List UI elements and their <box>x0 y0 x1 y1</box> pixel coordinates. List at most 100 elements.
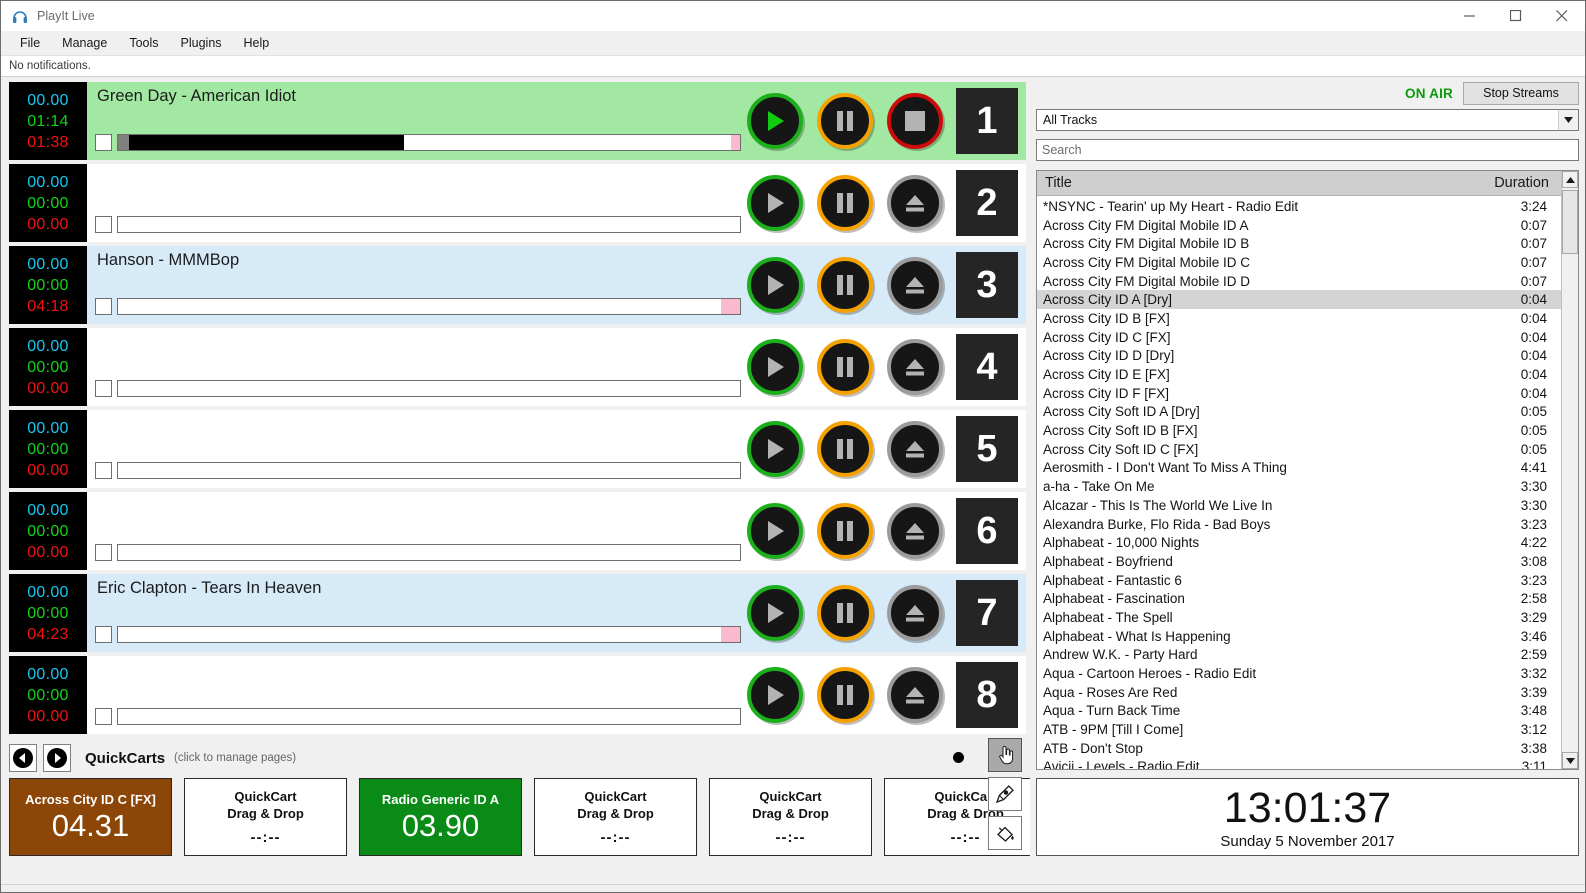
table-row[interactable]: Across City ID D [Dry] 0:04 <box>1037 347 1561 366</box>
deck-7-body[interactable]: Eric Clapton - Tears In Heaven <box>87 574 747 652</box>
quickcart-4[interactable]: QuickCart Drag & Drop --:-- <box>534 778 697 856</box>
deck-2-eject-button[interactable] <box>887 175 943 231</box>
table-row[interactable]: Alphabeat - What Is Happening 3:46 <box>1037 627 1561 646</box>
quickcart-1[interactable]: Across City ID C [FX] 04.31 <box>9 778 172 856</box>
deck-7-eject-button[interactable] <box>887 585 943 641</box>
scroll-down-icon[interactable] <box>1562 752 1578 769</box>
quickcarts-title[interactable]: QuickCarts <box>85 750 165 767</box>
deck-3-play-button[interactable] <box>747 257 803 313</box>
menu-item-manage[interactable]: Manage <box>51 33 118 53</box>
deck-1-pause-button[interactable] <box>817 93 873 149</box>
table-row[interactable]: Andrew W.K. - Party Hard 2:59 <box>1037 646 1561 665</box>
table-row[interactable]: Aerosmith - I Don't Want To Miss A Thing… <box>1037 459 1561 478</box>
deck-1[interactable]: 00.00 01:14 01:38 Green Day - American Idio… <box>9 82 1026 160</box>
paint-bucket-icon[interactable] <box>988 816 1022 850</box>
table-row[interactable]: a-ha - Take On Me 3:30 <box>1037 477 1561 496</box>
quickcart-5[interactable]: QuickCart Drag & Drop --:-- <box>709 778 872 856</box>
library-filter-dropdown[interactable]: All Tracks <box>1036 109 1579 131</box>
table-row[interactable]: Across City FM Digital Mobile ID A 0:07 <box>1037 216 1561 235</box>
deck-2-progress-bar[interactable] <box>117 216 741 233</box>
table-row[interactable]: Across City ID B [FX] 0:04 <box>1037 309 1561 328</box>
table-row[interactable]: Alphabeat - Boyfriend 3:08 <box>1037 552 1561 571</box>
deck-2-body[interactable] <box>87 164 747 242</box>
deck-7[interactable]: 00.00 00:00 04:23 Eric Clapton - Tears In H… <box>9 574 1026 652</box>
deck-1-progress-bar[interactable] <box>117 134 741 151</box>
deck-2-cue-marker[interactable] <box>95 216 112 233</box>
deck-8-body[interactable] <box>87 656 747 734</box>
arrow-right-circle-icon[interactable] <box>43 744 71 772</box>
deck-3[interactable]: 00.00 00:00 04:18 Hanson - MMMBop 3 <box>9 246 1026 324</box>
deck-8-eject-button[interactable] <box>887 667 943 723</box>
table-row[interactable]: Across City Soft ID B [FX] 0:05 <box>1037 421 1561 440</box>
deck-5-play-button[interactable] <box>747 421 803 477</box>
table-row[interactable]: Across City FM Digital Mobile ID D 0:07 <box>1037 272 1561 291</box>
deck-4-play-button[interactable] <box>747 339 803 395</box>
deck-6-progress-bar[interactable] <box>117 544 741 561</box>
deck-7-cue-marker[interactable] <box>95 626 112 643</box>
scrollbar-thumb[interactable] <box>1562 190 1578 254</box>
deck-1-body[interactable]: Green Day - American Idiot <box>87 82 747 160</box>
menu-item-plugins[interactable]: Plugins <box>170 33 233 53</box>
deck-6[interactable]: 00.00 00:00 00.00 6 <box>9 492 1026 570</box>
table-row[interactable]: Across City Soft ID C [FX] 0:05 <box>1037 440 1561 459</box>
quickcart-3[interactable]: Radio Generic ID A 03.90 <box>359 778 522 856</box>
table-row[interactable]: ATB - Don't Stop 3:38 <box>1037 739 1561 758</box>
table-row[interactable]: Aqua - Turn Back Time 3:48 <box>1037 702 1561 721</box>
deck-6-pause-button[interactable] <box>817 503 873 559</box>
table-row[interactable]: Alphabeat - Fantastic 6 3:23 <box>1037 571 1561 590</box>
column-header-duration[interactable]: Duration <box>1475 175 1561 191</box>
table-row[interactable]: Across City ID C [FX] 0:04 <box>1037 328 1561 347</box>
deck-4-body[interactable] <box>87 328 747 406</box>
table-row[interactable]: Across City FM Digital Mobile ID C 0:07 <box>1037 253 1561 272</box>
quickcart-6[interactable]: QuickCart Drag & Drop --:-- <box>884 778 1047 856</box>
chevron-down-icon[interactable] <box>1558 110 1578 130</box>
table-row[interactable]: Alphabeat - 10,000 Nights 4:22 <box>1037 533 1561 552</box>
deck-3-body[interactable]: Hanson - MMMBop <box>87 246 747 324</box>
deck-3-number[interactable]: 3 <box>956 252 1018 318</box>
deck-2-number[interactable]: 2 <box>956 170 1018 236</box>
deck-1-cue-marker[interactable] <box>95 134 112 151</box>
deck-4[interactable]: 00.00 00:00 00.00 4 <box>9 328 1026 406</box>
maximize-icon[interactable] <box>1493 1 1539 31</box>
minimize-icon[interactable] <box>1447 1 1493 31</box>
deck-7-number[interactable]: 7 <box>956 580 1018 646</box>
table-row[interactable]: Aqua - Roses Are Red 3:39 <box>1037 683 1561 702</box>
deck-8[interactable]: 00.00 00:00 00.00 8 <box>9 656 1026 734</box>
table-row[interactable]: Alexandra Burke, Flo Rida - Bad Boys 3:23 <box>1037 515 1561 534</box>
table-row[interactable]: Aqua - Cartoon Heroes - Radio Edit 3:32 <box>1037 664 1561 683</box>
deck-2-pause-button[interactable] <box>817 175 873 231</box>
menu-item-file[interactable]: File <box>9 33 51 53</box>
table-row[interactable]: Alphabeat - The Spell 3:29 <box>1037 608 1561 627</box>
table-row[interactable]: Avicii - Levels - Radio Edit 3:11 <box>1037 758 1561 769</box>
arrow-left-circle-icon[interactable] <box>9 744 37 772</box>
deck-1-number[interactable]: 1 <box>956 88 1018 154</box>
quickcart-2[interactable]: QuickCart Drag & Drop --:-- <box>184 778 347 856</box>
table-row[interactable]: Across City ID A [Dry] 0:04 <box>1037 290 1561 310</box>
column-header-title[interactable]: Title <box>1037 175 1475 191</box>
deck-3-pause-button[interactable] <box>817 257 873 313</box>
table-row[interactable]: Alcazar - This Is The World We Live In 3:… <box>1037 496 1561 515</box>
hand-pointer-icon[interactable] <box>988 738 1022 772</box>
deck-7-progress-bar[interactable] <box>117 626 741 643</box>
deck-6-cue-marker[interactable] <box>95 544 112 561</box>
table-row[interactable]: Across City Soft ID A [Dry] 0:05 <box>1037 403 1561 422</box>
deck-3-eject-button[interactable] <box>887 257 943 313</box>
deck-8-play-button[interactable] <box>747 667 803 723</box>
deck-2-play-button[interactable] <box>747 175 803 231</box>
table-row[interactable]: ATB - 9PM [Till I Come] 3:12 <box>1037 720 1561 739</box>
deck-5-progress-bar[interactable] <box>117 462 741 479</box>
deck-7-pause-button[interactable] <box>817 585 873 641</box>
stop-streams-button[interactable]: Stop Streams <box>1463 81 1579 105</box>
deck-5-cue-marker[interactable] <box>95 462 112 479</box>
deck-4-cue-marker[interactable] <box>95 380 112 397</box>
table-row[interactable]: Alphabeat - Fascination 2:58 <box>1037 589 1561 608</box>
table-row[interactable]: Across City FM Digital Mobile ID B 0:07 <box>1037 234 1561 253</box>
deck-4-eject-button[interactable] <box>887 339 943 395</box>
deck-4-number[interactable]: 4 <box>956 334 1018 400</box>
deck-7-play-button[interactable] <box>747 585 803 641</box>
menu-item-help[interactable]: Help <box>233 33 281 53</box>
deck-8-pause-button[interactable] <box>817 667 873 723</box>
deck-4-progress-bar[interactable] <box>117 380 741 397</box>
table-row[interactable]: Across City ID E [FX] 0:04 <box>1037 365 1561 384</box>
table-row[interactable]: *NSYNC - Tearin' up My Heart - Radio Edi… <box>1037 197 1561 216</box>
